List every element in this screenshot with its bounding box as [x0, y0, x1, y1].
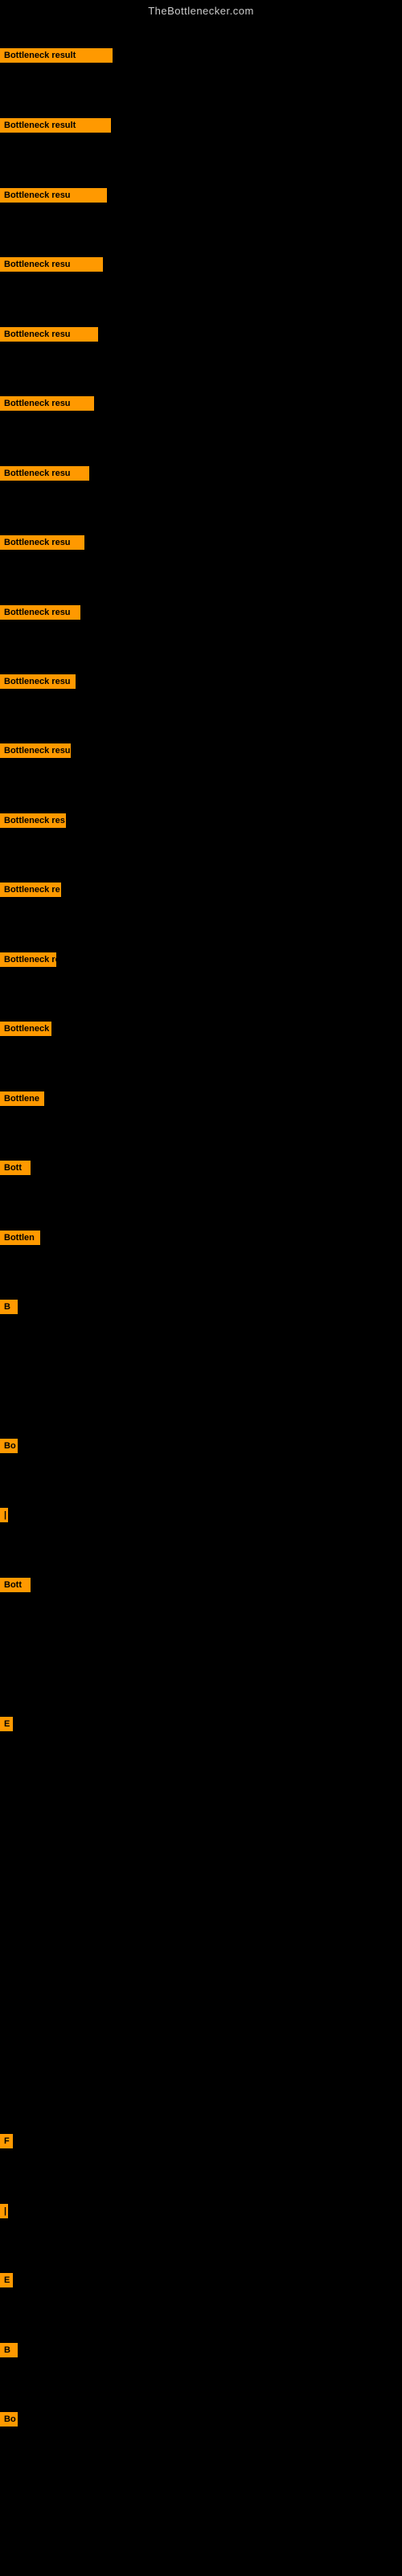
bottleneck-bar-11: Bottleneck res — [0, 813, 66, 828]
bottleneck-bar-13: Bottleneck re — [0, 952, 56, 967]
bottleneck-bar-15: Bottlene — [0, 1091, 44, 1106]
bottleneck-bar-26: B — [0, 2343, 18, 2357]
bottleneck-bar-23: F — [0, 2134, 13, 2148]
bottleneck-bar-4: Bottleneck resu — [0, 327, 98, 342]
bottleneck-bar-19: Bo — [0, 1439, 18, 1453]
bottleneck-bar-12: Bottleneck re — [0, 883, 61, 897]
bottleneck-bar-25: E — [0, 2273, 13, 2287]
bottleneck-bar-22: E — [0, 1717, 13, 1731]
bottleneck-bar-3: Bottleneck resu — [0, 257, 103, 272]
bottleneck-bar-0: Bottleneck result — [0, 48, 113, 63]
bottleneck-bar-14: Bottleneck r — [0, 1022, 51, 1036]
bottleneck-bar-6: Bottleneck resu — [0, 466, 89, 481]
bottleneck-bar-18: B — [0, 1300, 18, 1314]
bottleneck-bar-1: Bottleneck result — [0, 118, 111, 133]
bottleneck-bar-16: Bott — [0, 1161, 31, 1175]
bottleneck-bar-5: Bottleneck resu — [0, 396, 94, 411]
bottleneck-bar-7: Bottleneck resu — [0, 535, 84, 550]
bottleneck-bar-2: Bottleneck resu — [0, 188, 107, 203]
bottleneck-bar-8: Bottleneck resu — [0, 605, 80, 620]
bottleneck-bar-9: Bottleneck resu — [0, 674, 76, 689]
bottleneck-bar-21: Bott — [0, 1578, 31, 1592]
bottleneck-bar-10: Bottleneck resu — [0, 743, 71, 758]
site-title: TheBottlenecker.com — [0, 0, 402, 20]
bottleneck-bar-24: | — [0, 2204, 8, 2218]
bottleneck-bar-20: | — [0, 1508, 8, 1522]
bottleneck-bar-27: Bo — [0, 2412, 18, 2427]
bottleneck-bar-17: Bottlen — [0, 1231, 40, 1245]
